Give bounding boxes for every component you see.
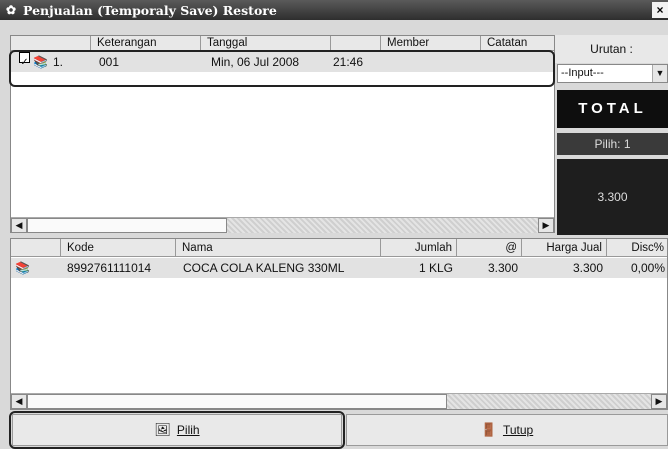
pilih-button[interactable]: 🖼 Pilih [12,414,342,446]
scroll-left-icon[interactable]: ◀ [11,394,27,409]
scroll-thumb[interactable] [27,218,227,233]
table-row[interactable]: 📚 8992761111014 COCA COLA KALENG 330ML 1… [11,258,667,278]
col-header-kode[interactable]: Kode [61,239,176,257]
urutan-label: Urutan : [555,35,668,63]
total-label: TOTAL [557,90,668,128]
row-keterangan: 001 [99,55,120,69]
scroll-left-icon[interactable]: ◀ [11,218,27,233]
col-header-jumlah[interactable]: Jumlah [381,239,457,257]
tutup-button-label: Tutup [502,423,534,437]
select-image-icon: 🖼 [154,422,171,437]
urutan-selected-value: --Input--- [561,67,604,79]
close-icon[interactable]: × [652,2,668,18]
col-header-nama[interactable]: Nama [176,239,381,257]
col-header-member[interactable]: Member [381,36,481,51]
col-header-keterangan[interactable]: Keterangan [91,36,201,51]
row-nama: COCA COLA KALENG 330ML [183,261,345,275]
row-harga-jual: 3.300 [572,261,603,275]
tutup-button[interactable]: 🚪 Tutup [346,414,668,446]
book-icon: 📚 [15,261,30,275]
button-bar: 🖼 Pilih 🚪 Tutup [0,412,668,449]
row-checkbox[interactable]: ✓ [19,52,30,68]
col-header-disc[interactable]: Disc% [607,239,668,257]
master-horizontal-scrollbar[interactable]: ◀ ▶ [11,217,554,233]
col-header-check [11,36,91,51]
row-number: 1. [53,55,64,69]
row-kode: 8992761111014 [67,261,152,275]
row-jam: 21:46 [333,55,364,69]
col-header-tanggal[interactable]: Tanggal [201,36,331,51]
title-bar[interactable]: ✿ Penjualan (Temporaly Save) Restore × [0,0,668,20]
chevron-down-icon[interactable]: ▼ [652,65,667,82]
detail-horizontal-scrollbar[interactable]: ◀ ▶ [11,393,667,409]
scroll-right-icon[interactable]: ▶ [538,218,554,233]
col-header-icon [11,239,61,257]
exit-door-icon: 🚪 [480,422,497,437]
master-grid-header: Keterangan Tanggal Member Catatan [11,36,556,51]
scroll-thumb[interactable] [27,394,447,409]
window-title: Penjualan (Temporaly Save) Restore [23,2,277,18]
row-disc: 0,00% [630,261,665,275]
pilih-button-label: Pilih [176,423,200,437]
row-tanggal: Min, 06 Jul 2008 [211,55,300,69]
detail-grid[interactable]: Kode Nama Jumlah @ Harga Jual Disc% 📚 89… [10,238,668,410]
pilih-count: Pilih: 1 [557,133,668,155]
row-jumlah: 1 KLG [418,261,453,275]
book-icon: 📚 [33,55,48,69]
col-header-at[interactable]: @ [457,239,522,257]
table-row[interactable]: ✓ 📚 1. 001 Min, 06 Jul 2008 21:46 [11,52,554,72]
app-icon: ✿ [5,3,17,17]
col-header-harga-jual[interactable]: Harga Jual [522,239,607,257]
urutan-select[interactable]: --Input--- ▼ [557,64,668,83]
total-amount: 3.300 [557,159,668,235]
temp-save-grid[interactable]: Keterangan Tanggal Member Catatan ✓ 📚 1.… [10,35,556,233]
row-harga: 3.300 [487,261,518,275]
detail-grid-header: Kode Nama Jumlah @ Harga Jual Disc% [11,239,667,257]
col-header-jam[interactable] [331,36,381,51]
scroll-right-icon[interactable]: ▶ [651,394,667,409]
col-header-catatan[interactable]: Catatan [481,36,556,51]
